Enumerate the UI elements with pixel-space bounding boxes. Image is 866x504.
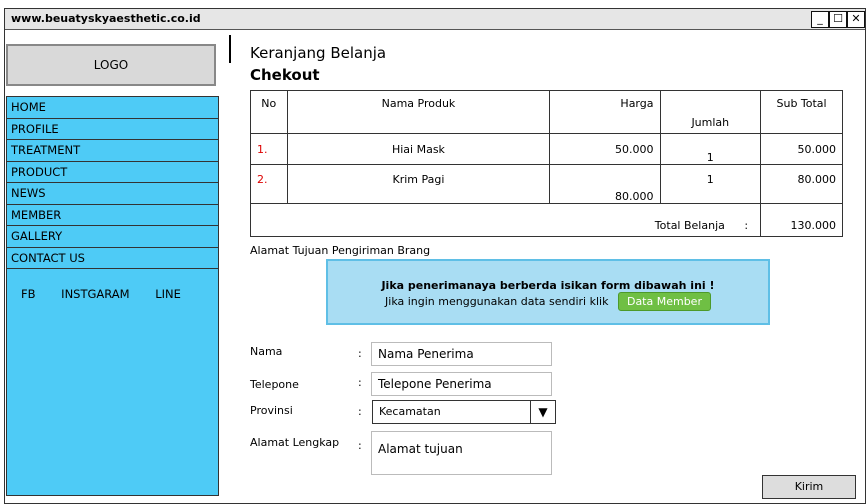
row-qty: 1	[659, 133, 762, 165]
data-member-button[interactable]: Data Member	[617, 292, 711, 311]
page-subtitle: Chekout	[250, 66, 320, 84]
address-label: Alamat Lengkap	[250, 436, 340, 449]
page-title: Keranjang Belanja	[250, 44, 387, 62]
maximize-button[interactable]: ☐	[829, 11, 847, 28]
nav-item-gallery[interactable]: GALLERY	[7, 226, 218, 248]
row-product: Hiai Mask	[286, 133, 551, 165]
province-colon: :	[358, 405, 362, 418]
nav-item-treatment[interactable]: TREATMENT	[7, 140, 218, 162]
notice-line-1: Jika penerimanaya berberda isikan form d…	[381, 279, 715, 292]
line-link[interactable]: LINE	[155, 287, 181, 301]
text-cursor	[229, 35, 231, 63]
name-label: Nama	[250, 345, 283, 358]
table-row: 2. Krim Pagi 80.000 1 80.000	[250, 164, 843, 204]
total-row: Total Belanja : 130.000	[249, 203, 843, 237]
nav-item-home[interactable]: HOME	[7, 97, 218, 119]
province-dropdown[interactable]: Kecamatan ▼	[372, 400, 556, 424]
total-colon: :	[744, 219, 749, 232]
url-text: www.beuatyskyaesthetic.co.id	[11, 12, 201, 25]
cart-table: No Nama Produk Harga Jumlah Sub Total 1.…	[249, 90, 843, 237]
province-label: Provinsi	[250, 404, 293, 417]
phone-input[interactable]: Telepone Penerima	[371, 372, 552, 396]
nav-item-member[interactable]: MEMBER	[7, 205, 218, 226]
name-input[interactable]: Nama Penerima	[371, 342, 552, 366]
table-header-row: No Nama Produk Harga Jumlah Sub Total	[250, 90, 843, 134]
header-subtotal: Sub Total	[760, 90, 843, 134]
phone-label: Telepone	[250, 378, 299, 391]
nav-item-contact-us[interactable]: CONTACT US	[7, 248, 218, 269]
row-subtotal: 50.000	[760, 133, 843, 165]
row-price: 50.000	[549, 133, 661, 165]
header-price: Harga	[549, 90, 661, 134]
row-price: 80.000	[549, 164, 661, 204]
logo[interactable]: LOGO	[6, 44, 216, 86]
table-row: 1. Hiai Mask 50.000 1 50.000	[250, 133, 843, 165]
province-value: Kecamatan	[379, 405, 441, 418]
header-product: Nama Produk	[286, 90, 551, 134]
logo-label: LOGO	[93, 58, 129, 72]
row-subtotal: 80.000	[760, 164, 843, 204]
facebook-link[interactable]: FB	[21, 287, 36, 301]
close-button[interactable]: ✕	[847, 11, 865, 28]
notice-box: Jika penerimanaya berberda isikan form d…	[326, 259, 770, 325]
nav-item-news[interactable]: NEWS	[7, 183, 218, 205]
total-value: 130.000	[760, 203, 843, 237]
instagram-link[interactable]: INSTGARAM	[61, 287, 129, 301]
total-label: Total Belanja	[654, 219, 725, 232]
row-number: 1.	[250, 133, 288, 165]
social-links: FB INSTGARAM LINE	[21, 287, 203, 301]
title-bar: www.beuatyskyaesthetic.co.id _ ☐ ✕	[5, 9, 865, 30]
nav-item-product[interactable]: PRODUCT	[7, 162, 218, 183]
row-number: 2.	[250, 164, 288, 204]
row-qty: 1	[659, 164, 762, 204]
minimize-button[interactable]: _	[811, 11, 829, 28]
submit-button[interactable]: Kirim	[762, 475, 856, 499]
nav-item-profile[interactable]: PROFILE	[7, 119, 218, 140]
phone-colon: :	[358, 376, 362, 389]
sidebar-nav: HOME PROFILE TREATMENT PRODUCT NEWS MEMB…	[6, 96, 219, 496]
notice-line-2-text: Jika ingin menggunakan data sendiri klik	[385, 295, 609, 308]
name-colon: :	[358, 347, 362, 360]
address-colon: :	[358, 439, 362, 452]
dropdown-arrow-icon[interactable]: ▼	[530, 401, 555, 423]
header-qty: Jumlah	[659, 90, 762, 134]
address-textarea[interactable]: Alamat tujuan	[371, 431, 552, 475]
notice-line-2: Jika ingin menggunakan data sendiri klik…	[328, 292, 768, 311]
row-product: Krim Pagi	[286, 164, 551, 204]
header-no: No	[250, 90, 288, 134]
address-section-label: Alamat Tujuan Pengiriman Brang	[250, 244, 431, 257]
